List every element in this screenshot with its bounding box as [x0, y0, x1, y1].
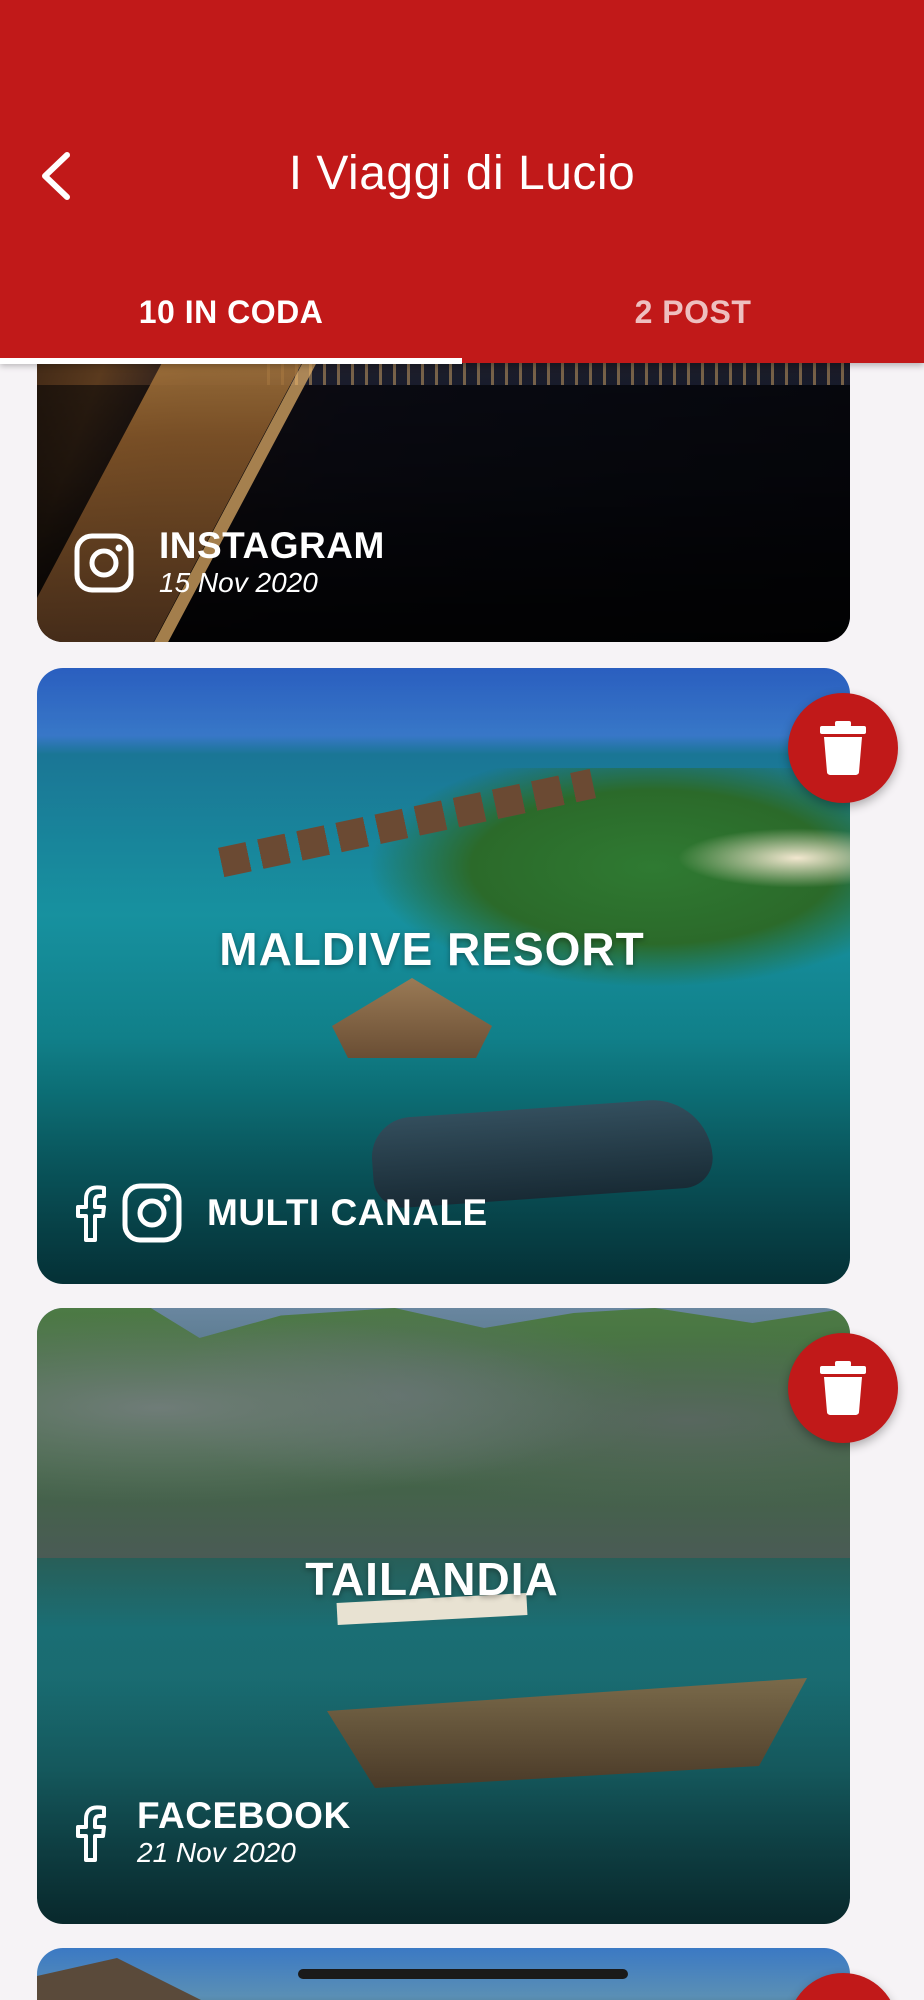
card-image-hut [332, 978, 492, 1058]
page-title: I Viaggi di Lucio [288, 147, 636, 200]
post-title: MALDIVE RESORT [219, 923, 645, 975]
post-title: TAILANDIA [305, 1553, 559, 1605]
trash-icon [819, 720, 867, 776]
channel-text: MULTI CANALE [207, 1193, 488, 1233]
channel-row: MULTI CANALE [73, 1182, 488, 1244]
facebook-icon [73, 1804, 107, 1862]
trash-icon [819, 1360, 867, 1416]
tab-queue[interactable]: 10 IN CODA [0, 262, 462, 364]
channel-text: INSTAGRAM 15 Nov 2020 [159, 526, 385, 600]
card-image-beach [677, 828, 850, 888]
post-card-tailandia[interactable]: TAILANDIA FACEBOOK 21 Nov 2020 [37, 1308, 850, 1924]
channel-row: FACEBOOK 21 Nov 2020 [73, 1796, 351, 1870]
channel-row: INSTAGRAM 15 Nov 2020 [73, 526, 385, 600]
app-bar: I Viaggi di Lucio 10 IN CODA 2 POST [0, 0, 924, 364]
home-indicator [298, 1969, 628, 1979]
scheduled-date: 15 Nov 2020 [159, 567, 318, 598]
scheduled-date: 21 Nov 2020 [137, 1837, 296, 1868]
channel-label: INSTAGRAM [159, 525, 385, 566]
card-image-hill [37, 1958, 237, 2000]
tab-bar: 10 IN CODA 2 POST [0, 262, 924, 364]
channel-label: MULTI CANALE [207, 1192, 488, 1233]
delete-button-tailandia[interactable] [788, 1333, 898, 1443]
tab-queue-label: 10 IN CODA [138, 294, 324, 330]
delete-button-maldive-resort[interactable] [788, 693, 898, 803]
instagram-icon [73, 532, 135, 594]
card-image-cliffs [37, 1308, 850, 1558]
channel-text: FACEBOOK 21 Nov 2020 [137, 1796, 351, 1870]
facebook-icon [73, 1184, 107, 1242]
tab-indicator [0, 358, 462, 364]
tab-posts[interactable]: 2 POST [462, 262, 924, 363]
tab-posts-label: 2 POST [634, 294, 752, 330]
channel-label: FACEBOOK [137, 1795, 351, 1836]
post-card-maldive-resort[interactable]: MALDIVE RESORT MULTI CANALE [37, 668, 850, 1284]
card-image-longtail-boat [327, 1678, 807, 1788]
instagram-icon [121, 1182, 183, 1244]
